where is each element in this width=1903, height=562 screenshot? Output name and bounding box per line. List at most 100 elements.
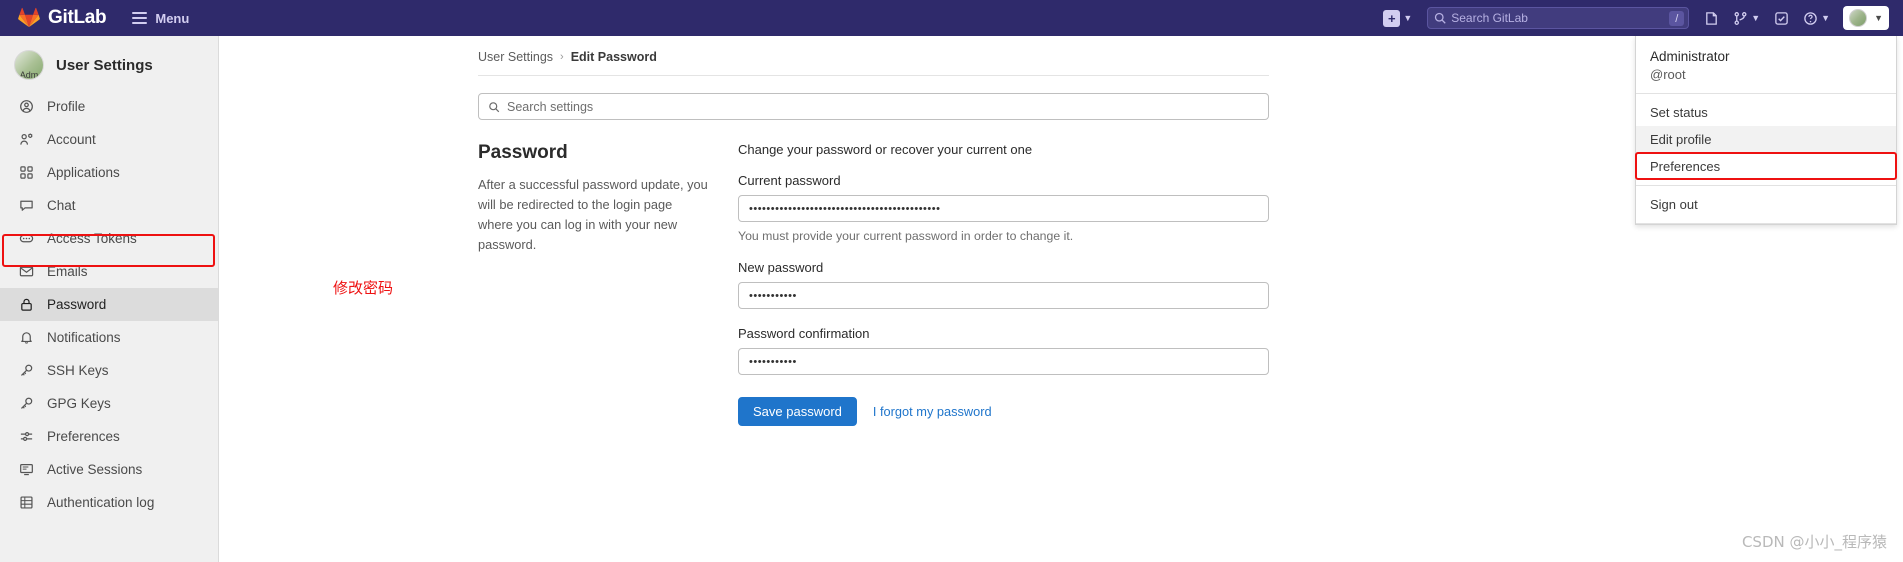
sidebar-item-ssh-keys[interactable]: SSH Keys bbox=[0, 354, 218, 387]
new-password-group: New password ••••••••••• bbox=[738, 260, 1269, 309]
chevron-down-icon: ▼ bbox=[1751, 13, 1761, 23]
dropdown-item-sign-out[interactable]: Sign out bbox=[1636, 191, 1896, 218]
branch-icon bbox=[1734, 11, 1747, 25]
chevron-down-icon: ▼ bbox=[1403, 13, 1413, 23]
dropdown-user-name: Administrator bbox=[1650, 49, 1730, 64]
dropdown-item-edit-profile[interactable]: Edit profile bbox=[1636, 126, 1896, 153]
new-password-label: New password bbox=[738, 260, 824, 275]
applications-grid-icon bbox=[18, 165, 34, 181]
dropdown-item-preferences[interactable]: Preferences bbox=[1636, 153, 1896, 180]
top-navbar: GitLab Menu + ▼ Search GitLab / ▼ ▼ ▼ bbox=[0, 0, 1903, 36]
current-password-label: Current password bbox=[738, 173, 841, 188]
sidebar-item-active-sessions[interactable]: Active Sessions bbox=[0, 453, 218, 486]
password-settings-row: Password After a successful password upd… bbox=[478, 142, 1269, 426]
password-confirmation-field[interactable]: ••••••••••• bbox=[738, 348, 1269, 375]
navbar-right-group: + ▼ Search GitLab / ▼ ▼ ▼ bbox=[1376, 0, 1903, 36]
sidebar-item-label: Profile bbox=[47, 99, 86, 114]
sidebar-item-label: Chat bbox=[47, 198, 76, 213]
gitlab-user-settings-page: GitLab Menu + ▼ Search GitLab / ▼ ▼ ▼ Ad… bbox=[0, 0, 1903, 562]
help-button[interactable]: ▼ bbox=[1796, 0, 1837, 36]
chat-bubble-icon bbox=[18, 198, 34, 214]
bell-icon bbox=[18, 330, 34, 346]
gitlab-brand[interactable]: GitLab bbox=[18, 7, 107, 29]
search-settings-input[interactable]: Search settings bbox=[478, 93, 1269, 120]
sidebar-item-account[interactable]: Account bbox=[0, 123, 218, 156]
sidebar-item-profile[interactable]: Profile bbox=[0, 90, 218, 123]
dropdown-item-label: Edit profile bbox=[1650, 132, 1712, 147]
sidebar-item-label: Active Sessions bbox=[47, 462, 143, 477]
sidebar-item-access-tokens[interactable]: Access Tokens bbox=[0, 222, 218, 255]
annotation-note: 修改密码 bbox=[333, 279, 394, 297]
gitlab-logo-icon bbox=[18, 7, 40, 28]
page-title: Password bbox=[478, 142, 568, 163]
hamburger-icon bbox=[132, 12, 148, 24]
todos-button[interactable] bbox=[1767, 0, 1796, 36]
dropdown-item-label: Sign out bbox=[1650, 197, 1698, 212]
search-placeholder: Search GitLab bbox=[1451, 11, 1528, 25]
watermark: CSDN @小小_程序猿 bbox=[1741, 533, 1887, 551]
help-circle-icon bbox=[1804, 11, 1817, 25]
breadcrumb-separator: › bbox=[560, 51, 564, 63]
sliders-icon bbox=[18, 429, 34, 445]
form-actions: Save password I forgot my password bbox=[738, 397, 1269, 426]
sidebar-item-chat[interactable]: Chat bbox=[0, 189, 218, 222]
sidebar-item-password[interactable]: Password bbox=[0, 288, 218, 321]
plus-icon: + bbox=[1383, 9, 1401, 27]
dropdown-item-label: Preferences bbox=[1650, 159, 1721, 174]
sidebar-item-label: Authentication log bbox=[47, 495, 155, 510]
search-input[interactable]: Search GitLab / bbox=[1427, 7, 1690, 29]
new-password-field[interactable]: ••••••••••• bbox=[738, 282, 1269, 309]
sidebar-item-preferences[interactable]: Preferences bbox=[0, 420, 218, 453]
dropdown-group-primary: Set status Edit profile Preferences bbox=[1636, 94, 1896, 186]
new-item-button[interactable]: + ▼ bbox=[1376, 0, 1419, 36]
search-icon bbox=[1434, 12, 1446, 24]
key-icon bbox=[18, 363, 34, 379]
sidebar-item-label: Notifications bbox=[47, 330, 121, 345]
chevron-down-icon: ▼ bbox=[1821, 13, 1831, 23]
sidebar-title: User Settings bbox=[56, 56, 153, 74]
password-confirmation-label: Password confirmation bbox=[738, 326, 870, 341]
user-menu-button[interactable]: ▼ bbox=[1843, 6, 1889, 30]
user-circle-icon bbox=[18, 99, 34, 115]
sidebar-item-gpg-keys[interactable]: GPG Keys bbox=[0, 387, 218, 420]
sidebar-item-applications[interactable]: Applications bbox=[0, 156, 218, 189]
token-icon bbox=[18, 231, 34, 247]
avatar bbox=[1849, 9, 1868, 27]
password-confirmation-group: Password confirmation ••••••••••• bbox=[738, 326, 1269, 375]
sidebar-item-label: Preferences bbox=[47, 429, 120, 444]
sidebar-item-notifications[interactable]: Notifications bbox=[0, 321, 218, 354]
search-shortcut-key: / bbox=[1669, 11, 1685, 26]
dropdown-item-set-status[interactable]: Set status bbox=[1636, 99, 1896, 126]
sidebar-item-label: Password bbox=[47, 297, 107, 312]
forgot-password-link[interactable]: I forgot my password bbox=[873, 404, 992, 419]
dropdown-item-label: Set status bbox=[1650, 105, 1708, 120]
merge-requests-button[interactable] bbox=[1697, 0, 1726, 36]
todo-check-icon bbox=[1775, 11, 1788, 25]
sidebar-item-emails[interactable]: Emails bbox=[0, 255, 218, 288]
sidebar-item-label: SSH Keys bbox=[47, 363, 109, 378]
sidebar-header: Adm User Settings bbox=[0, 46, 218, 90]
search-settings-placeholder: Search settings bbox=[507, 99, 594, 114]
sidebar-avatar: Adm bbox=[14, 50, 44, 80]
search-icon bbox=[488, 101, 500, 113]
dropdown-user-info[interactable]: Administrator @root bbox=[1636, 36, 1896, 94]
sidebar-item-authentication-log[interactable]: Authentication log bbox=[0, 486, 218, 519]
issues-button[interactable]: ▼ bbox=[1726, 0, 1767, 36]
dropdown-user-handle: @root bbox=[1650, 67, 1686, 82]
current-password-field[interactable]: ••••••••••••••••••••••••••••••••••••••••… bbox=[738, 195, 1269, 222]
menu-button[interactable]: Menu bbox=[132, 11, 189, 26]
password-description: After a successful password update, you … bbox=[478, 177, 708, 252]
key-icon bbox=[18, 396, 34, 412]
list-grid-icon bbox=[18, 495, 34, 511]
menu-label: Menu bbox=[155, 10, 190, 26]
lock-icon bbox=[18, 297, 34, 313]
brand-name: GitLab bbox=[48, 7, 107, 28]
sidebar-item-label: Emails bbox=[47, 264, 88, 279]
breadcrumb-current: Edit Password bbox=[570, 50, 657, 64]
save-password-button[interactable]: Save password bbox=[738, 397, 857, 426]
breadcrumb-parent[interactable]: User Settings bbox=[478, 50, 553, 64]
sidebar-item-label: GPG Keys bbox=[47, 396, 111, 411]
password-form-column: Change your password or recover your cur… bbox=[738, 142, 1269, 426]
user-dropdown-menu: Administrator @root Set status Edit prof… bbox=[1635, 36, 1897, 225]
avatar-label: Adm bbox=[19, 70, 39, 80]
